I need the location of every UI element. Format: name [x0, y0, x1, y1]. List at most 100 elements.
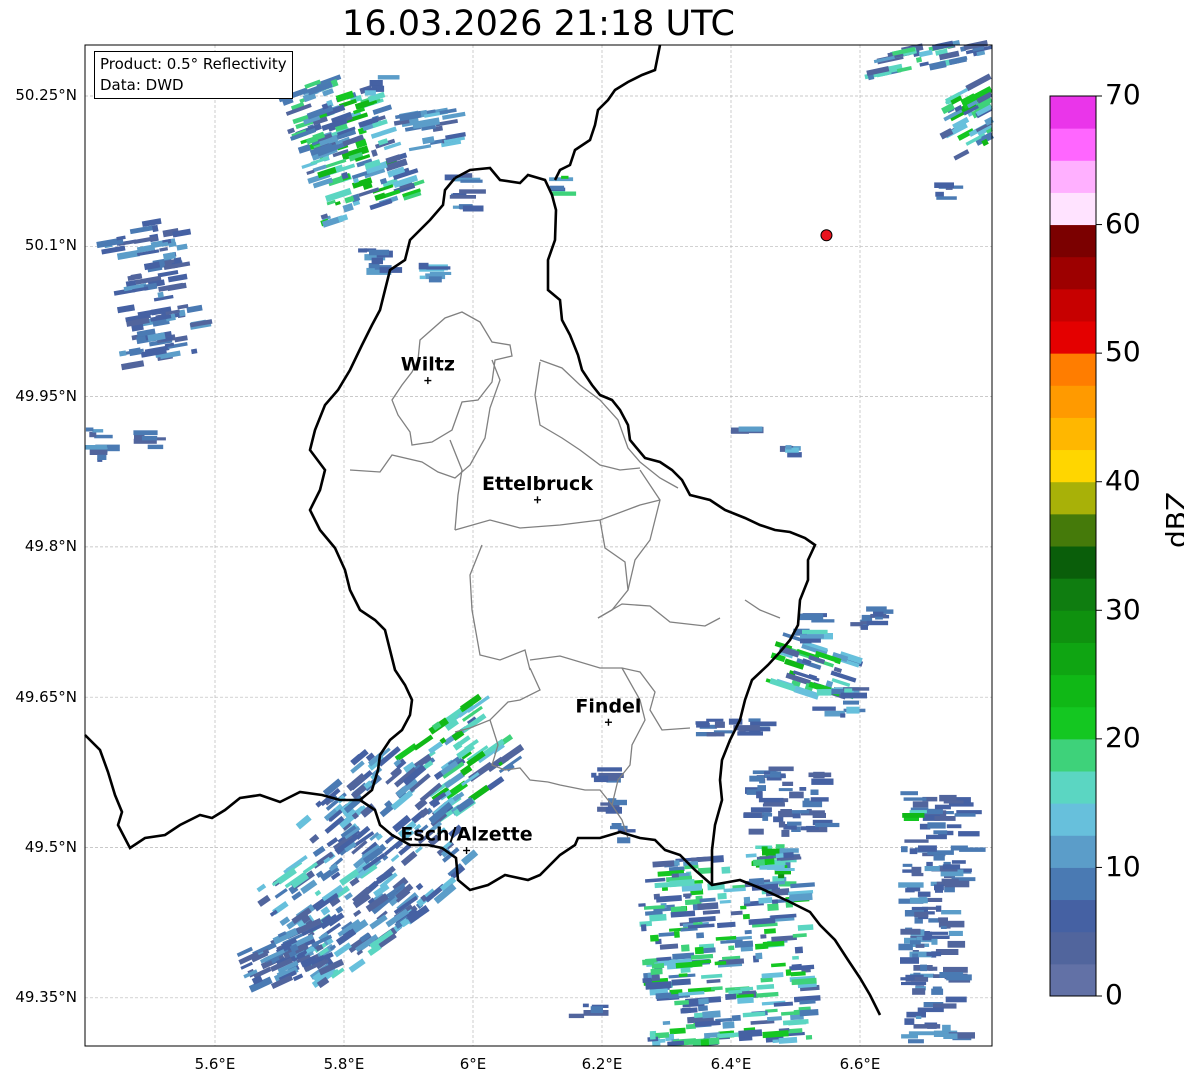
echo-cell [85, 445, 107, 450]
colorbar-swatch [1050, 385, 1096, 418]
echo-cell [429, 271, 452, 275]
echo-cell [758, 797, 784, 803]
echo-cell [344, 892, 353, 901]
echo-cell [551, 191, 577, 196]
echo-cell [799, 613, 824, 621]
echo-cell [943, 1033, 958, 1039]
colorbar-swatch [1050, 224, 1096, 258]
echo-cell [650, 968, 663, 975]
echo-cell [904, 1018, 915, 1025]
echo-cell [642, 977, 652, 983]
echo-cell [840, 692, 867, 699]
colorbar-swatch [1050, 546, 1096, 579]
echo-cell [924, 931, 933, 937]
echo-cell [767, 1016, 782, 1022]
echo-cell [757, 785, 766, 791]
echo-cell [783, 852, 794, 859]
echo-cell [700, 1039, 710, 1046]
echo-cell [812, 706, 836, 711]
echo-cell [911, 866, 922, 874]
echo-cell [669, 1027, 686, 1035]
echo-cell [951, 860, 966, 864]
echo-cell [799, 1008, 819, 1017]
colorbar-swatch [1050, 513, 1096, 547]
lon-label: 6.2°E [581, 1055, 623, 1073]
colorbar-tick: 50 [1105, 335, 1141, 368]
echo-cell [371, 149, 378, 157]
echo-cell [790, 971, 806, 977]
echo-cell [744, 929, 752, 935]
echo-cell [901, 846, 908, 853]
echo-cell [924, 866, 940, 872]
echo-cell [682, 1007, 691, 1014]
colorbar-swatch [1050, 803, 1096, 836]
colorbar-swatch [1050, 449, 1096, 483]
echo-cell [678, 973, 688, 978]
echo-cell [908, 1039, 924, 1044]
echo-cell [738, 426, 763, 432]
lon-label: 5.8°E [323, 1055, 365, 1073]
echo-cell [742, 913, 750, 920]
echo-cell [358, 248, 367, 253]
echo-cell [749, 775, 764, 782]
echo-cell [866, 620, 889, 626]
echo-cell [846, 706, 860, 714]
echo-cell [912, 953, 919, 958]
echo-cell [613, 799, 627, 806]
echo-cell [428, 741, 443, 754]
echo-cell [645, 877, 666, 883]
lon-label: 6.6°E [839, 1055, 881, 1073]
echo-cell [147, 444, 164, 450]
echo-cell [702, 1010, 721, 1019]
echo-cell [369, 80, 383, 87]
colorbar-tick: 20 [1105, 721, 1141, 754]
echo-cell [85, 427, 94, 432]
echo-cell [775, 853, 784, 859]
echo-cell [758, 897, 773, 904]
echo-cell [734, 940, 754, 948]
map-title: 16.03.2026 21:18 UTC [342, 4, 735, 44]
echo-cell [681, 944, 690, 952]
echo-cell [649, 913, 667, 922]
echo-cell [933, 855, 945, 861]
colorbar-tick: 0 [1105, 978, 1123, 1011]
echo-cell [728, 945, 735, 951]
echo-cell [650, 934, 659, 942]
info-box: Product: 0.5° Reflectivity Data: DWD [94, 51, 293, 99]
echo-cell [701, 973, 723, 979]
colorbar-label: dBZ [1160, 491, 1184, 548]
echo-cell [781, 829, 790, 837]
echo-cell [662, 1020, 671, 1025]
colorbar-swatch [1050, 321, 1096, 354]
colorbar-swatch [1050, 288, 1096, 322]
colorbar-tick: 70 [1105, 78, 1141, 111]
echo-cell [426, 266, 451, 270]
echo-cell [725, 993, 737, 1000]
echo-cell [176, 243, 188, 251]
echo-cell [915, 56, 923, 63]
lon-label: 5.6°E [194, 1055, 236, 1073]
echo-cell [811, 778, 834, 785]
echo-cell [671, 978, 691, 986]
colorbar-tick: 30 [1105, 593, 1141, 626]
echo-cell [597, 767, 622, 772]
echo-cell [651, 974, 661, 982]
echo-cell [649, 1033, 656, 1040]
echo-cell [789, 791, 804, 799]
echo-cell [698, 1005, 708, 1012]
echo-cell [157, 291, 164, 299]
echo-cell [761, 846, 768, 851]
echo-cell [748, 828, 764, 835]
echo-cell [915, 1015, 922, 1019]
echo-cell [946, 824, 962, 829]
echo-cell [762, 1030, 789, 1039]
echo-cell [674, 931, 680, 938]
echo-cell [763, 858, 775, 865]
echo-cell [926, 834, 947, 840]
echo-cell [914, 911, 929, 918]
echo-cell [762, 816, 769, 821]
echo-cell [312, 845, 326, 858]
echo-cell [904, 839, 929, 843]
echo-cell [428, 276, 442, 283]
echo-cell [860, 624, 868, 630]
